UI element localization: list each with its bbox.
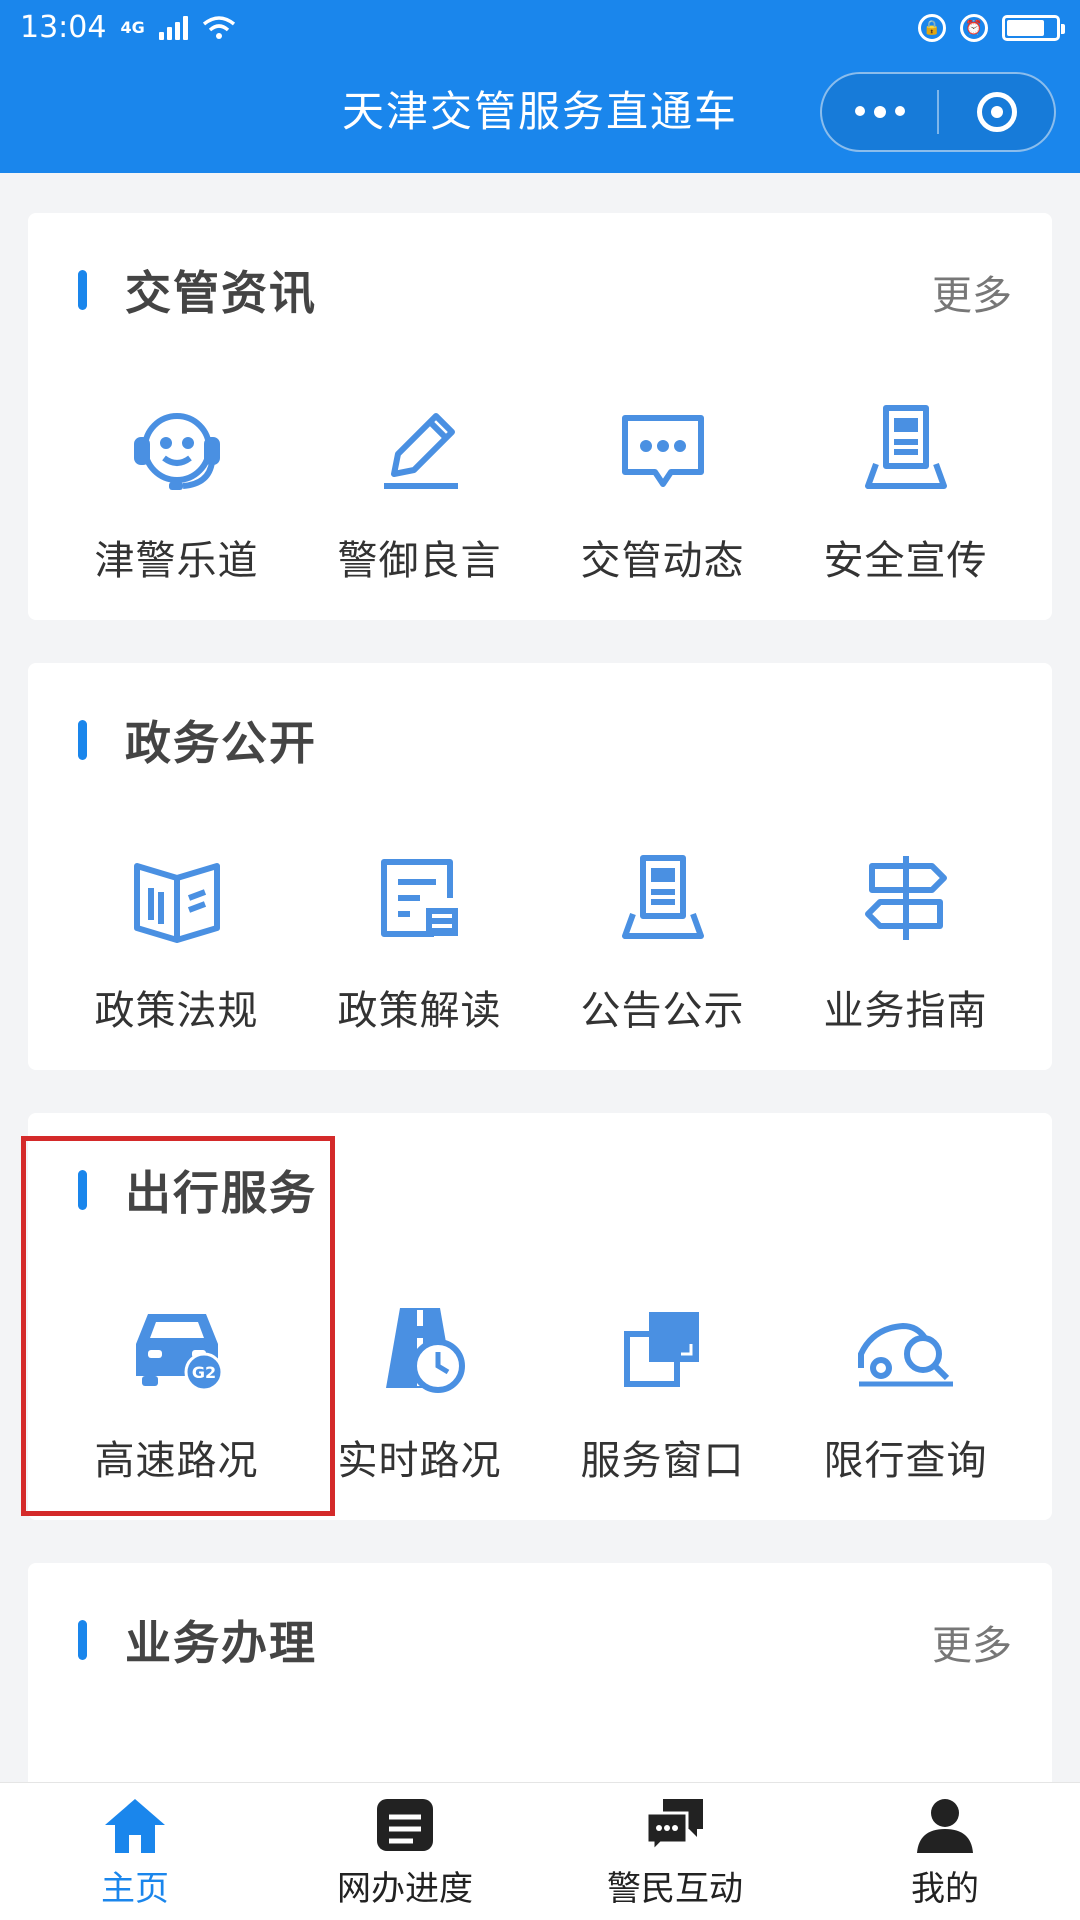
- more-menu-button[interactable]: [822, 74, 937, 150]
- chat-bubble-icon: [608, 398, 718, 498]
- miniprogram-capsule: [820, 72, 1056, 152]
- chat-icon: [643, 1793, 707, 1857]
- grid-item-jingyu-liangyan[interactable]: 警御良言: [298, 398, 541, 586]
- grid-item-fuwu-chuangkou[interactable]: 服务窗口: [541, 1298, 784, 1486]
- grid-item-gonggao-gongshi[interactable]: 公告公示: [541, 848, 784, 1036]
- signpost-icon: [851, 848, 961, 948]
- document-tray-icon: [608, 848, 718, 948]
- list-box-icon: [373, 1793, 437, 1857]
- car-search-icon: [851, 1298, 961, 1398]
- tab-interaction[interactable]: 警民互动: [540, 1783, 810, 1920]
- grid-item-jiaoguan-dongtai[interactable]: 交管动态: [541, 398, 784, 586]
- document-tray-icon: [851, 398, 961, 498]
- alarm-icon: ⏰: [960, 13, 988, 42]
- network-type: 4G: [120, 18, 145, 37]
- bottom-tab-bar: 主页 网办进度 警民互动 我的: [0, 1782, 1080, 1920]
- section-government: 政务公开 政策法规 政策解读 公告公示 业务指南: [28, 663, 1052, 1070]
- window-squares-icon: [608, 1298, 718, 1398]
- tab-home[interactable]: 主页: [0, 1783, 270, 1920]
- grid-item-anquan-xuanchuan[interactable]: 安全宣传: [784, 398, 1027, 586]
- home-icon: [103, 1793, 167, 1857]
- tab-mine[interactable]: 我的: [810, 1783, 1080, 1920]
- section-title: 业务办理: [78, 1607, 317, 1673]
- close-miniprogram-button[interactable]: [939, 74, 1054, 150]
- pen-icon: [365, 398, 475, 498]
- road-clock-icon: [365, 1298, 475, 1398]
- section-news: 交管资讯 更多 津警乐道 警御良言 交管动态 安全宣传: [28, 213, 1052, 620]
- more-link[interactable]: 更多: [932, 263, 1012, 321]
- status-bar: 13:04 4G 🔒 ⏰: [0, 0, 1080, 55]
- grid-item-yewu-zhinan[interactable]: 业务指南: [784, 848, 1027, 1036]
- highlight-box: [21, 1136, 335, 1516]
- more-dots-icon: [854, 106, 905, 118]
- open-book-icon: [122, 848, 232, 948]
- more-link[interactable]: 更多: [932, 1613, 1012, 1671]
- document-edit-icon: [365, 848, 475, 948]
- grid-item-zhengce-jiedu[interactable]: 政策解读: [298, 848, 541, 1036]
- section-title: 交管资讯: [78, 257, 317, 323]
- grid-item-zhengce-fagui[interactable]: 政策法规: [55, 848, 298, 1036]
- wifi-icon: [202, 15, 235, 39]
- status-time: 13:04: [20, 10, 107, 45]
- top-bar: 13:04 4G 🔒 ⏰ 天津交管服务直通车: [0, 0, 1080, 173]
- section-title: 政务公开: [78, 707, 317, 773]
- headset-smile-icon: [122, 398, 232, 498]
- signal-icon: [158, 15, 188, 40]
- target-icon: [976, 92, 1017, 132]
- tab-progress[interactable]: 网办进度: [270, 1783, 540, 1920]
- grid-item-jinjing-ledao[interactable]: 津警乐道: [55, 398, 298, 586]
- lock-rotation-icon: 🔒: [918, 13, 946, 42]
- user-icon: [913, 1793, 977, 1857]
- grid-item-xianxing-chaxun[interactable]: 限行查询: [784, 1298, 1027, 1486]
- battery-icon: [1002, 14, 1065, 41]
